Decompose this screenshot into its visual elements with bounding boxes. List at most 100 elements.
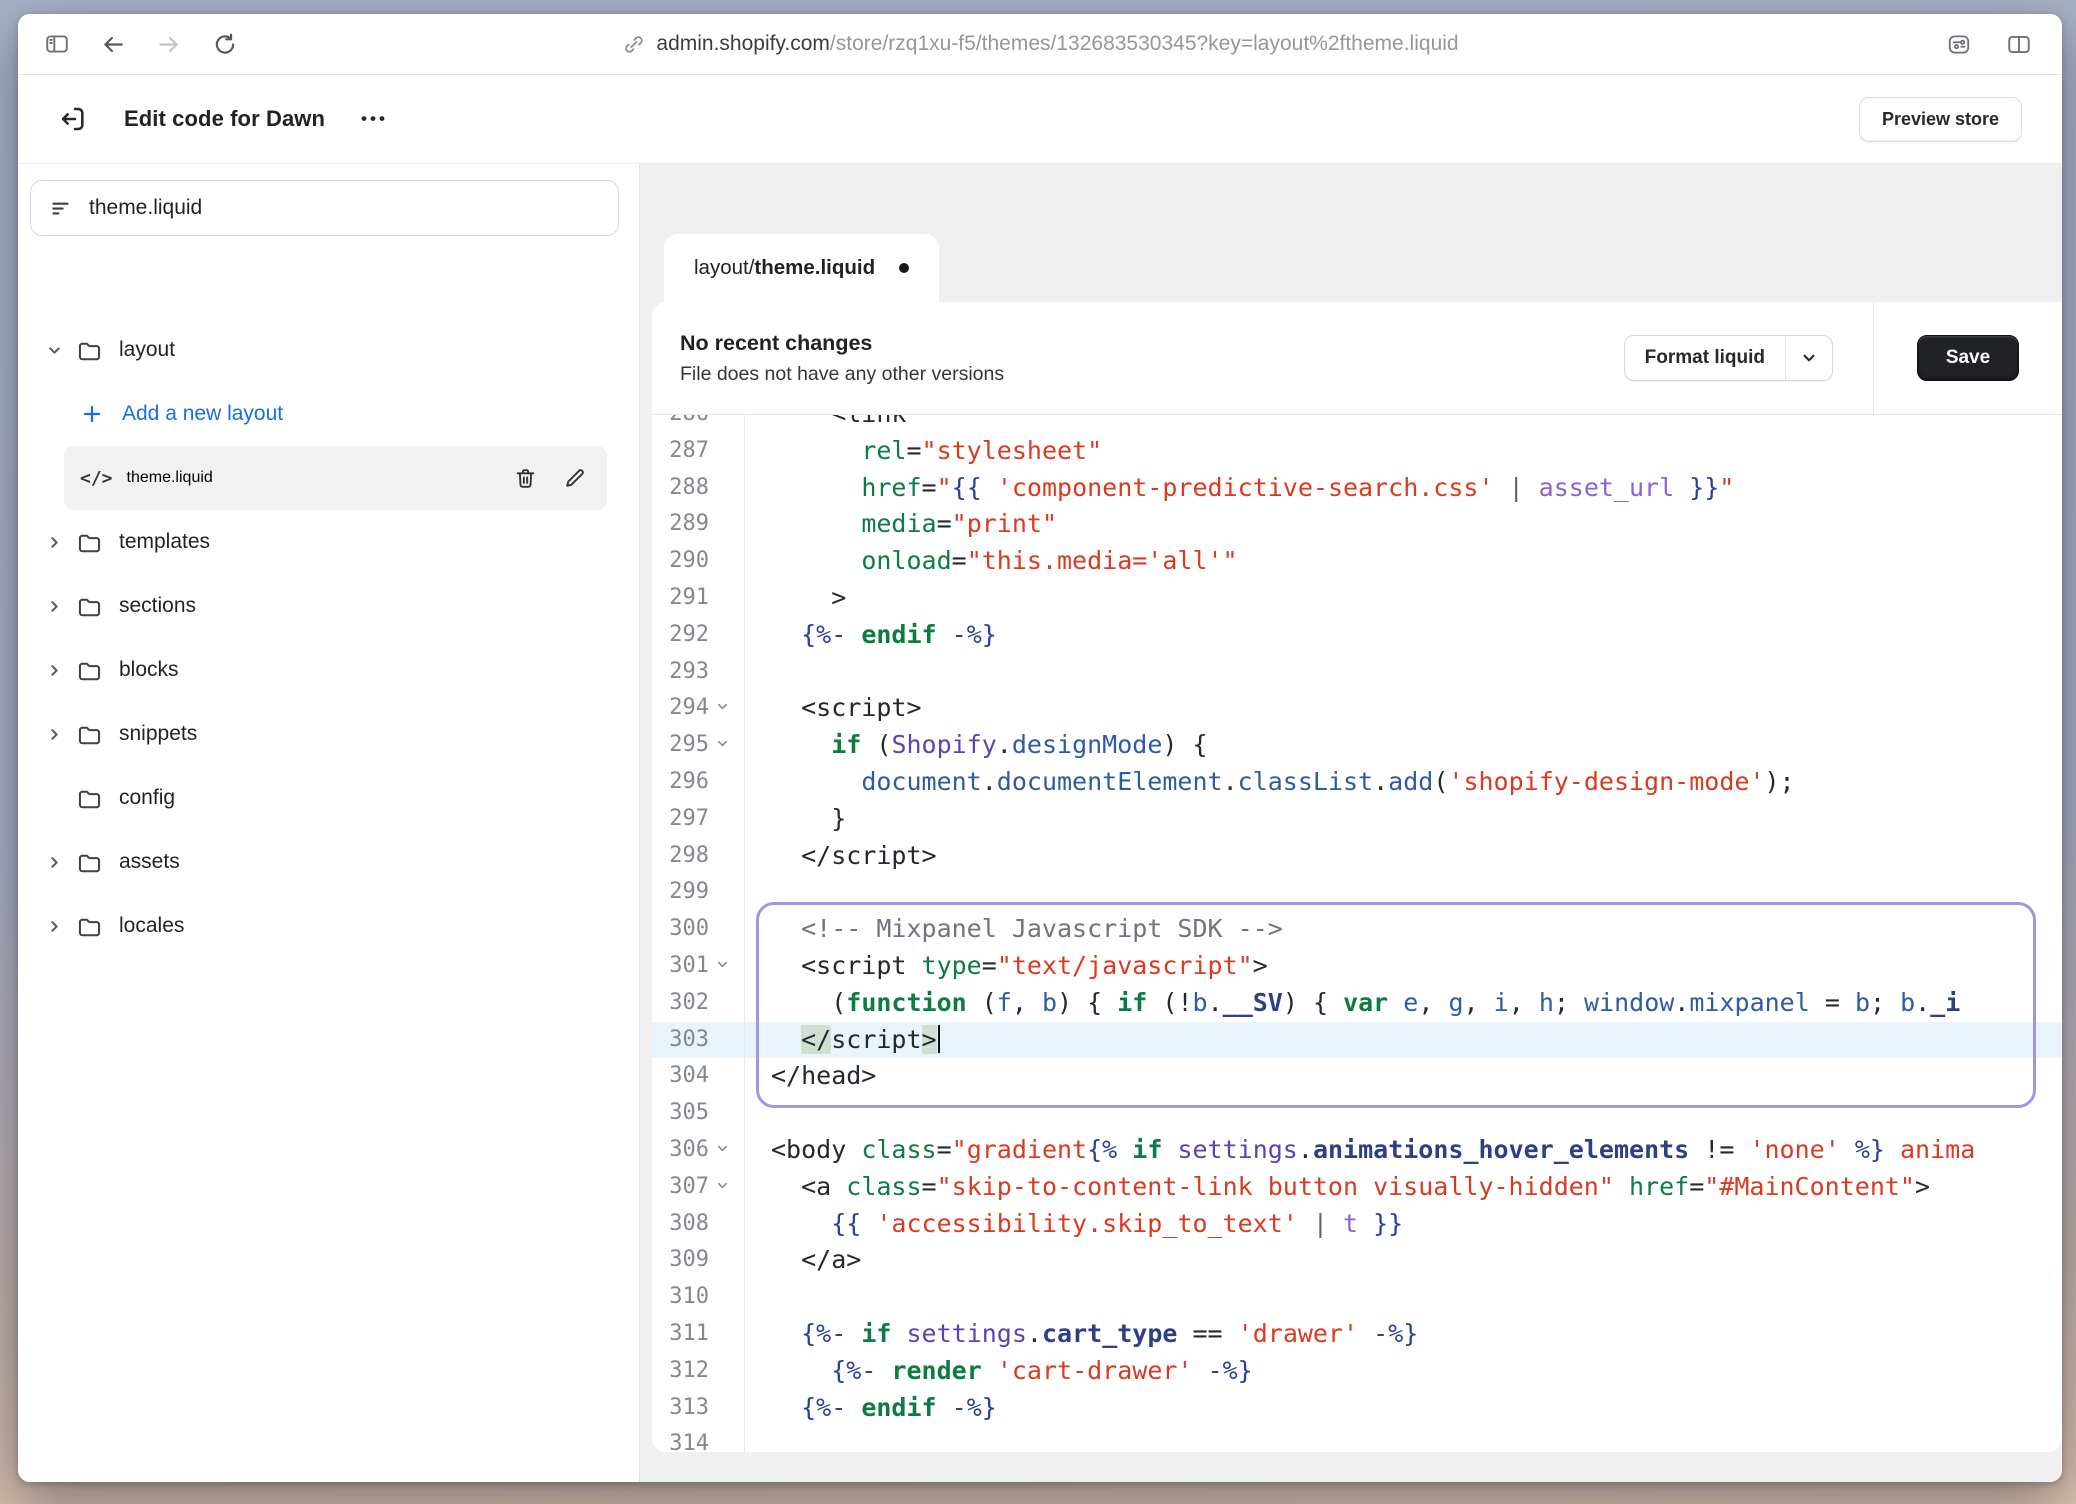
- folder-icon: [76, 785, 103, 812]
- line-number: 312: [652, 1353, 709, 1390]
- code-line-298[interactable]: 298 </script>: [652, 838, 2062, 875]
- code-line-307[interactable]: 307 <a class="skip-to-content-link butto…: [652, 1169, 2062, 1206]
- exit-icon[interactable]: [56, 102, 90, 136]
- more-actions-button[interactable]: •••: [361, 109, 388, 129]
- code-line-289[interactable]: 289 media="print": [652, 506, 2062, 543]
- line-number: 300: [652, 911, 709, 948]
- chevron-right-icon[interactable]: [44, 726, 64, 743]
- sidebar-folder-templates[interactable]: templates: [18, 510, 639, 574]
- code-file-icon: </>: [80, 468, 113, 489]
- file-tree: layoutAdd a new layout </> theme.liquid tem…: [18, 318, 639, 958]
- chevron-right-icon[interactable]: [44, 598, 64, 615]
- sidebar-toggle-icon[interactable]: [44, 31, 70, 57]
- code-line-312[interactable]: 312 {%- render 'cart-drawer' -%}: [652, 1353, 2062, 1390]
- sidebar-item-label: snippets: [119, 722, 197, 746]
- forward-icon[interactable]: [156, 31, 182, 57]
- code-line-304[interactable]: 304</head>: [652, 1058, 2062, 1095]
- code-line-290[interactable]: 290 onload="this.media='all'": [652, 543, 2062, 580]
- code-line-296[interactable]: 296 document.documentElement.classList.a…: [652, 764, 2062, 801]
- back-icon[interactable]: [100, 31, 126, 57]
- code-line-299[interactable]: 299: [652, 874, 2062, 911]
- chevron-right-icon[interactable]: [44, 854, 64, 871]
- code-line-292[interactable]: 292 {%- endif -%}: [652, 617, 2062, 654]
- code-line-300[interactable]: 300 <!-- Mixpanel Javascript SDK -->: [652, 911, 2062, 948]
- code-line-306[interactable]: 306<body class="gradient{% if settings.a…: [652, 1132, 2062, 1169]
- folder-icon: [76, 337, 103, 364]
- page-settings-icon[interactable]: [1946, 31, 1972, 57]
- code-line-297[interactable]: 297 }: [652, 801, 2062, 838]
- sidebar-folder-snippets[interactable]: snippets: [18, 702, 639, 766]
- fold-chevron-icon[interactable]: [715, 699, 730, 714]
- sidebar-folder-config[interactable]: config: [18, 766, 639, 830]
- text-cursor: [938, 1025, 941, 1053]
- folder-icon: [76, 913, 103, 940]
- code-line-308[interactable]: 308 {{ 'accessibility.skip_to_text' | t …: [652, 1206, 2062, 1243]
- code-line-305[interactable]: 305: [652, 1095, 2062, 1132]
- sidebar-folder-blocks[interactable]: blocks: [18, 638, 639, 702]
- file-filter-input[interactable]: [30, 180, 619, 236]
- sidebar-item-label: sections: [119, 594, 196, 618]
- line-number: 309: [652, 1242, 709, 1279]
- plus-icon: [80, 402, 104, 426]
- reload-icon[interactable]: [212, 31, 238, 57]
- code-line-314[interactable]: 314: [652, 1426, 2062, 1452]
- sidebar-item-label: config: [119, 786, 175, 810]
- status-title: No recent changes: [680, 331, 1004, 356]
- code-line-302[interactable]: 302 (function (f, b) { if (!b.__SV) { va…: [652, 985, 2062, 1022]
- pencil-icon[interactable]: [562, 466, 587, 491]
- status-subtitle: File does not have any other versions: [680, 363, 1004, 386]
- save-button[interactable]: Save: [1917, 335, 2019, 381]
- line-number: 314: [652, 1426, 709, 1452]
- chevron-down-icon[interactable]: [1785, 336, 1832, 380]
- code-line-303[interactable]: 303 </script>: [652, 1022, 2062, 1059]
- code-line-311[interactable]: 311 {%- if settings.cart_type == 'drawer…: [652, 1316, 2062, 1353]
- line-number: 296: [652, 764, 709, 801]
- chevron-right-icon[interactable]: [44, 534, 64, 551]
- line-number: 307: [652, 1169, 709, 1206]
- fold-chevron-icon[interactable]: [715, 736, 730, 751]
- code-line-286[interactable]: 286 <link: [652, 415, 2062, 433]
- version-status-bar: No recent changes File does not have any…: [652, 302, 2062, 414]
- preview-store-button[interactable]: Preview store: [1859, 97, 2022, 142]
- sidebar-folder-sections[interactable]: sections: [18, 574, 639, 638]
- code-line-310[interactable]: 310: [652, 1279, 2062, 1316]
- code-line-301[interactable]: 301 <script type="text/javascript">: [652, 948, 2062, 985]
- folder-icon: [76, 657, 103, 684]
- code-editor[interactable]: 286 <link287 rel="stylesheet"288 href="{…: [652, 415, 2062, 1452]
- line-number: 292: [652, 617, 709, 654]
- code-line-313[interactable]: 313 {%- endif -%}: [652, 1390, 2062, 1427]
- sidebar-file-theme-liquid[interactable]: </> theme.liquid: [64, 446, 607, 510]
- code-line-294[interactable]: 294 <script>: [652, 690, 2062, 727]
- sidebar-folder-layout[interactable]: layout: [18, 318, 639, 382]
- line-number: 291: [652, 580, 709, 617]
- folder-icon: [76, 529, 103, 556]
- sidebar-item-label: assets: [119, 850, 180, 874]
- line-number: 313: [652, 1390, 709, 1427]
- code-line-288[interactable]: 288 href="{{ 'component-predictive-searc…: [652, 470, 2062, 507]
- sidebar-folder-locales[interactable]: locales: [18, 894, 639, 958]
- trash-icon[interactable]: [513, 466, 538, 491]
- code-line-287[interactable]: 287 rel="stylesheet": [652, 433, 2062, 470]
- format-liquid-button[interactable]: Format liquid: [1624, 335, 1833, 381]
- fold-chevron-icon[interactable]: [715, 1141, 730, 1156]
- code-line-291[interactable]: 291 >: [652, 580, 2062, 617]
- chevron-right-icon[interactable]: [44, 918, 64, 935]
- sidebar-item-label: theme.liquid: [127, 469, 513, 487]
- code-line-293[interactable]: 293: [652, 654, 2062, 691]
- code-line-309[interactable]: 309 </a>: [652, 1242, 2062, 1279]
- chevron-right-icon[interactable]: [44, 662, 64, 679]
- line-number: 287: [652, 433, 709, 470]
- editor-panel: No recent changes File does not have any…: [652, 302, 2062, 1452]
- fold-chevron-icon[interactable]: [715, 1178, 730, 1193]
- code-line-295[interactable]: 295 if (Shopify.designMode) {: [652, 727, 2062, 764]
- tab-theme-liquid[interactable]: layout/theme.liquid: [664, 234, 939, 302]
- chevron-down-icon[interactable]: [44, 342, 64, 359]
- sidebar-folder-assets[interactable]: assets: [18, 830, 639, 894]
- fold-chevron-icon[interactable]: [715, 957, 730, 972]
- address-bar[interactable]: admin.shopify.com/store/rzq1xu-f5/themes…: [621, 14, 1458, 74]
- add-new-layout-link[interactable]: Add a new layout: [18, 382, 639, 446]
- line-number: 308: [652, 1206, 709, 1243]
- editor-content: layout/theme.liquid No recent changes Fi…: [640, 164, 2062, 1482]
- split-view-icon[interactable]: [2006, 31, 2032, 57]
- url-text: admin.shopify.com/store/rzq1xu-f5/themes…: [656, 32, 1458, 56]
